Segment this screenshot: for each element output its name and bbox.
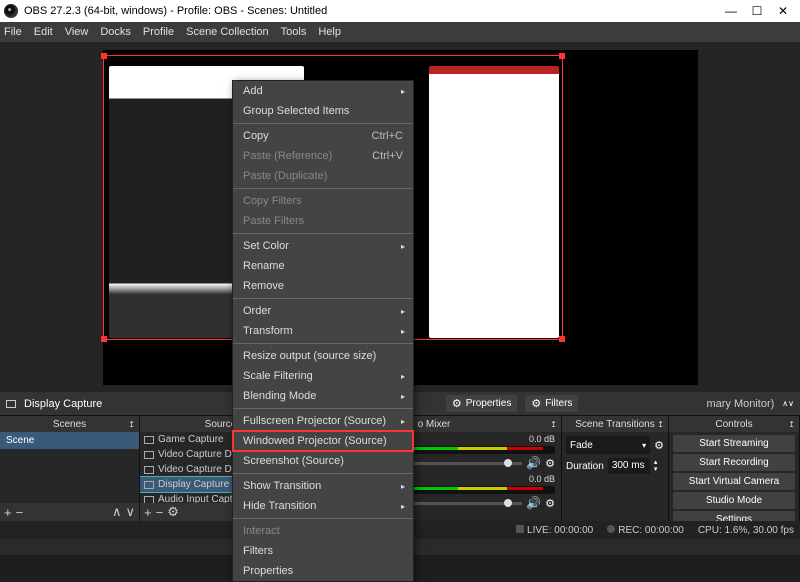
menu-tools[interactable]: Tools [281, 26, 307, 38]
transitions-title: Scene Transitions [575, 419, 655, 430]
add-source-button[interactable]: + [144, 505, 152, 520]
toolbar-chevrons-icon[interactable]: ∧∨ [782, 399, 794, 408]
ctx-paste-duplicate-: Paste (Duplicate) [233, 166, 413, 186]
source-settings-button[interactable]: ⚙ [167, 504, 179, 520]
menu-scene-collection[interactable]: Scene Collection [186, 26, 269, 38]
start-recording-button[interactable]: Start Recording [673, 454, 795, 471]
duration-input[interactable]: 300 ms [608, 458, 650, 474]
filters-button[interactable]: ⚙Filters [525, 395, 578, 412]
ctx-rename[interactable]: Rename [233, 256, 413, 276]
context-menu: Add▸Group Selected ItemsCopyCtrl+CPaste … [232, 80, 414, 582]
source-type-icon [144, 481, 154, 489]
scene-down-button[interactable]: ∨ [125, 504, 135, 520]
ctx-remove[interactable]: Remove [233, 276, 413, 296]
scene-up-button[interactable]: ∧ [112, 504, 122, 520]
ctx-properties[interactable]: Properties [233, 561, 413, 581]
selected-source-label: Display Capture [24, 398, 102, 410]
menu-file[interactable]: File [4, 26, 22, 38]
channel-settings-icon[interactable]: ⚙ [545, 457, 555, 470]
ctx-paste-filters: Paste Filters [233, 211, 413, 231]
rec-status: REC: 00:00:00 [618, 525, 684, 536]
speaker-icon[interactable]: 🔊 [526, 456, 541, 470]
rec-indicator-icon [607, 525, 615, 533]
ctx-group-selected-items[interactable]: Group Selected Items [233, 101, 413, 121]
ctx-hide-transition[interactable]: Hide Transition▸ [233, 496, 413, 516]
popout-icon[interactable]: ↥ [657, 420, 664, 429]
window-title: OBS 27.2.3 (64-bit, windows) - Profile: … [24, 5, 718, 17]
channel-settings-icon[interactable]: ⚙ [545, 497, 555, 510]
ctx-show-transition[interactable]: Show Transition▸ [233, 476, 413, 496]
scenes-panel: Scenes ↥ Scene + − ∧ ∨ [0, 416, 140, 521]
settings-button[interactable]: Settings [673, 511, 795, 521]
popout-icon[interactable]: ↥ [128, 420, 135, 429]
add-scene-button[interactable]: + [4, 505, 12, 520]
remove-source-button[interactable]: − [156, 505, 164, 520]
mixer-title: o Mixer [418, 419, 451, 430]
preview-thumb-doc [429, 66, 559, 338]
ctx-resize-output-source-size-[interactable]: Resize output (source size) [233, 346, 413, 366]
ctx-filters[interactable]: Filters [233, 541, 413, 561]
ctx-windowed-projector-source-[interactable]: Windowed Projector (Source) [233, 431, 413, 451]
ctx-set-color[interactable]: Set Color▸ [233, 236, 413, 256]
popout-icon[interactable]: ↥ [550, 420, 557, 429]
controls-title: Controls [715, 419, 752, 430]
start-streaming-button[interactable]: Start Streaming [673, 435, 795, 452]
maximize-button[interactable]: ☐ [744, 0, 770, 22]
toolbar-extra-label: mary Monitor) [706, 398, 774, 410]
ctx-transform[interactable]: Transform▸ [233, 321, 413, 341]
window-titlebar: OBS 27.2.3 (64-bit, windows) - Profile: … [0, 0, 800, 22]
close-button[interactable]: ✕ [770, 0, 796, 22]
minimize-button[interactable]: — [718, 0, 744, 22]
popout-icon[interactable]: ↥ [788, 420, 795, 429]
ctx-order[interactable]: Order▸ [233, 301, 413, 321]
live-indicator-icon [516, 525, 524, 533]
ctx-scale-filtering[interactable]: Scale Filtering▸ [233, 366, 413, 386]
studio-mode-button[interactable]: Studio Mode [673, 492, 795, 509]
transition-select[interactable]: Fade▾ [566, 436, 650, 454]
ctx-fullscreen-projector-source-[interactable]: Fullscreen Projector (Source)▸ [233, 411, 413, 431]
cpu-status: CPU: 1.6%, 30.00 fps [698, 525, 794, 536]
scenes-title: Scenes [53, 419, 86, 430]
properties-button[interactable]: ⚙Properties [446, 395, 517, 412]
menu-docks[interactable]: Docks [100, 26, 131, 38]
ctx-paste-reference-: Paste (Reference)Ctrl+V [233, 146, 413, 166]
source-type-icon [144, 496, 154, 504]
transitions-panel: Scene Transitions↥ Fade▾ ⚙ Duration 300 … [562, 416, 669, 521]
menu-profile[interactable]: Profile [143, 26, 174, 38]
remove-scene-button[interactable]: − [16, 505, 24, 520]
scene-item[interactable]: Scene [0, 432, 139, 449]
menubar: File Edit View Docks Profile Scene Colle… [0, 22, 800, 42]
source-type-icon [144, 436, 154, 444]
speaker-icon[interactable]: 🔊 [526, 496, 541, 510]
source-type-icon [144, 451, 154, 459]
display-icon [6, 400, 16, 408]
live-status: LIVE: 00:00:00 [527, 525, 593, 536]
obs-icon [4, 4, 18, 18]
transition-settings-button[interactable]: ⚙ [654, 439, 664, 452]
duration-spinner-icon[interactable]: ▴▾ [654, 459, 658, 473]
preview-area[interactable]: Add▸Group Selected ItemsCopyCtrl+CPaste … [0, 42, 800, 392]
ctx-add[interactable]: Add▸ [233, 81, 413, 101]
menu-view[interactable]: View [65, 26, 89, 38]
ctx-copy-filters: Copy Filters [233, 191, 413, 211]
start-virtual-camera-button[interactable]: Start Virtual Camera [673, 473, 795, 490]
ctx-copy[interactable]: CopyCtrl+C [233, 126, 413, 146]
ctx-interact: Interact [233, 521, 413, 541]
duration-label: Duration [566, 461, 604, 472]
ctx-blending-mode[interactable]: Blending Mode▸ [233, 386, 413, 406]
ctx-screenshot-source-[interactable]: Screenshot (Source) [233, 451, 413, 471]
controls-panel: Controls ↥ Start Streaming Start Recording… [669, 416, 800, 521]
source-type-icon [144, 466, 154, 474]
menu-help[interactable]: Help [318, 26, 341, 38]
menu-edit[interactable]: Edit [34, 26, 53, 38]
